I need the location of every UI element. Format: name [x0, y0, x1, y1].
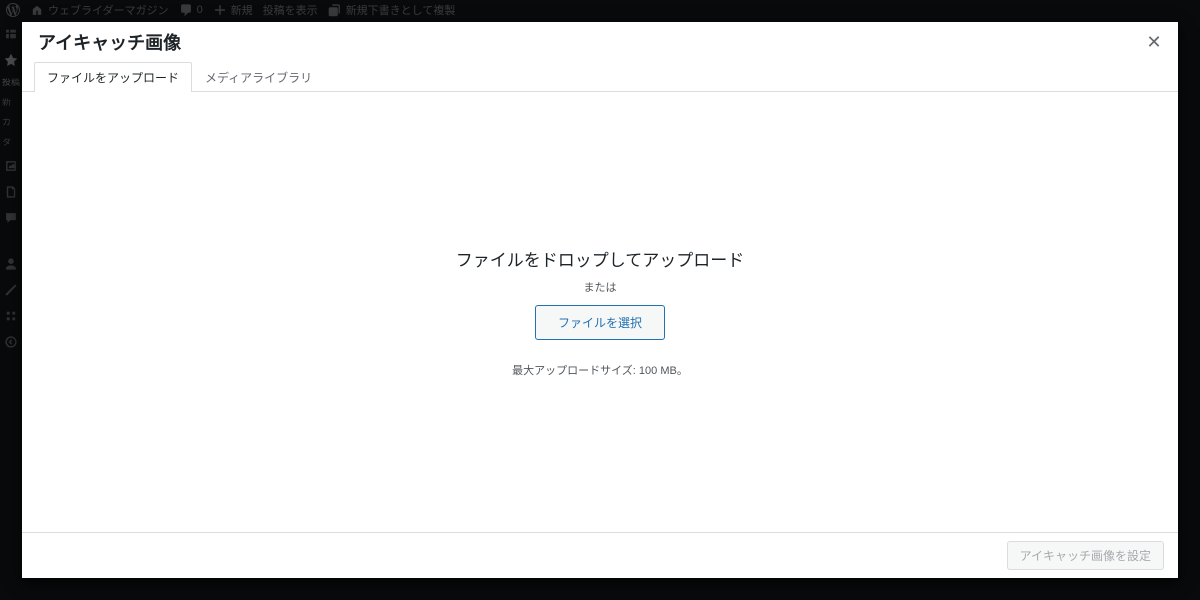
- upload-dropzone[interactable]: ファイルをドロップしてアップロード または ファイルを選択 最大アップロードサイ…: [22, 92, 1178, 532]
- media-modal: アイキャッチ画像 ✕ ファイルをアップロード メディアライブラリ ファイルをドロ…: [22, 22, 1178, 578]
- upload-or-text: または: [456, 279, 745, 295]
- upload-max-size: 最大アップロードサイズ: 100 MB。: [456, 362, 745, 378]
- modal-footer: アイキャッチ画像を設定: [22, 532, 1178, 578]
- tab-upload[interactable]: ファイルをアップロード: [34, 62, 192, 92]
- modal-header: アイキャッチ画像 ✕: [22, 22, 1178, 61]
- modal-tabs: ファイルをアップロード メディアライブラリ: [22, 61, 1178, 92]
- modal-title: アイキャッチ画像: [38, 32, 1162, 55]
- tab-media-library[interactable]: メディアライブラリ: [192, 62, 325, 92]
- upload-drop-text: ファイルをドロップしてアップロード: [456, 246, 745, 271]
- modal-close-button[interactable]: ✕: [1140, 28, 1168, 56]
- upload-inner: ファイルをドロップしてアップロード または ファイルを選択 最大アップロードサイ…: [456, 246, 745, 378]
- set-featured-image-button[interactable]: アイキャッチ画像を設定: [1007, 541, 1164, 570]
- select-files-button[interactable]: ファイルを選択: [535, 305, 665, 340]
- close-icon: ✕: [1146, 32, 1161, 53]
